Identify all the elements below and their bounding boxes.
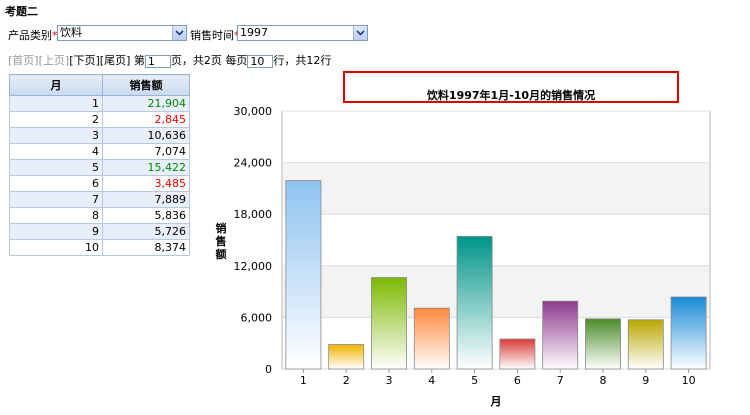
- x-axis-ticks: 1 2 3 4 5 6 7 8 9 10: [300, 369, 696, 387]
- y-tick-label: 24,000: [234, 157, 273, 170]
- bar: [456, 235, 493, 370]
- x-tick-label: 10: [682, 374, 696, 387]
- x-tick-label: 3: [386, 374, 393, 387]
- x-tick-label: 8: [600, 374, 607, 387]
- y-axis-label-char: 额: [216, 247, 227, 261]
- x-tick-label: 2: [343, 374, 350, 387]
- y-tick-label: 18,000: [234, 208, 273, 221]
- bar: [627, 319, 664, 370]
- y-tick-label: 6,000: [241, 311, 273, 324]
- y-tick-label: 30,000: [234, 105, 273, 118]
- x-tick-label: 4: [428, 374, 435, 387]
- x-tick-label: 9: [642, 374, 649, 387]
- bar: [413, 307, 450, 370]
- y-tick-label: 0: [265, 363, 272, 376]
- sales-bar-chart: 0 6,000 12,000 18,000 24,000 30,000 1 2 3 4 5 6 7 8 9…: [215, 105, 711, 408]
- bar: [499, 338, 536, 370]
- bar: [328, 344, 365, 370]
- y-axis-label: 销售额: [215, 221, 227, 261]
- x-tick-label: 5: [471, 374, 478, 387]
- bar: [285, 180, 322, 370]
- x-tick-label: 1: [300, 374, 307, 387]
- x-tick-label: 6: [514, 374, 521, 387]
- y-tick-label: 12,000: [234, 260, 273, 273]
- x-tick-label: 7: [557, 374, 564, 387]
- plot-band: [283, 162, 709, 215]
- y-axis-label-char: 销: [216, 221, 227, 235]
- bar: [585, 318, 621, 370]
- plot-band: [283, 265, 709, 318]
- y-axis-label-char: 售: [215, 234, 227, 248]
- bar: [371, 277, 407, 370]
- bar: [542, 300, 579, 370]
- y-axis-ticks: 0 6,000 12,000 18,000 24,000 30,000: [234, 105, 273, 376]
- bar: [670, 296, 707, 370]
- x-axis-label: 月: [490, 395, 502, 408]
